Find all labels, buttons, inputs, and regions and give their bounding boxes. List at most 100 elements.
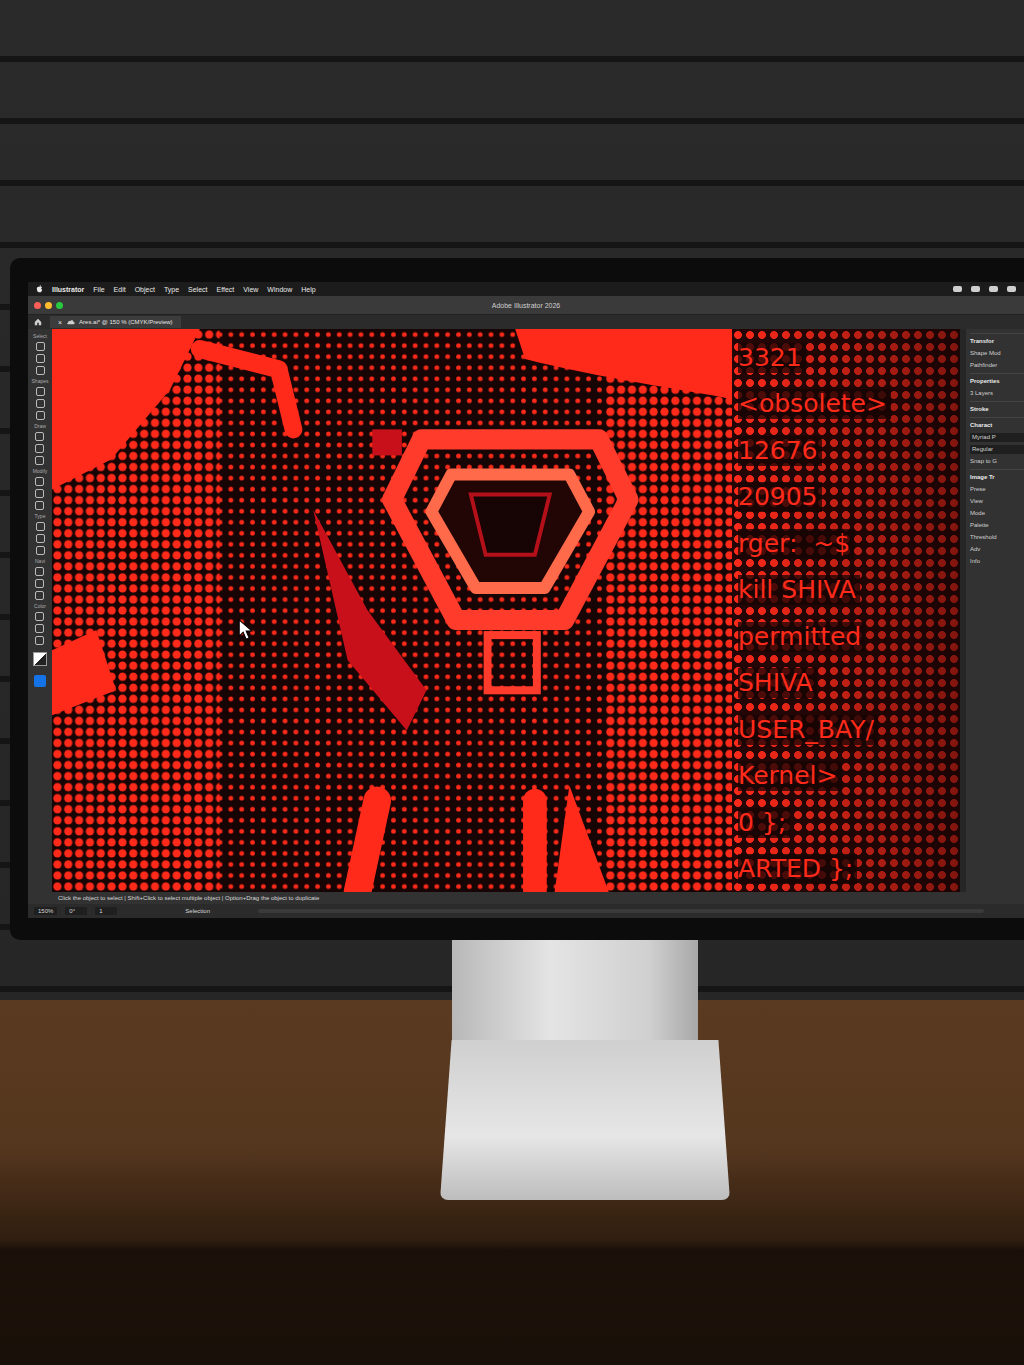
zoom-field[interactable]: 150% [34,907,57,915]
menu-item[interactable]: Edit [114,286,126,293]
minimize-window-icon[interactable] [45,302,52,309]
artwork[interactable] [52,329,732,892]
illustrator-window: Illustrator File Edit Object Type Select Effec… [28,282,1024,918]
menu-status-icon[interactable] [1007,286,1016,292]
cloud-icon [66,319,75,325]
panel-item[interactable]: Shape Mod [970,349,1024,358]
horizontal-scrollbar[interactable] [258,909,984,913]
tool-icon[interactable] [36,546,45,555]
panel-item[interactable]: Info [970,557,1024,566]
panel-item[interactable]: Charact [970,417,1024,430]
tool-icon[interactable] [36,411,45,420]
tool-section-label: Modify [33,468,48,474]
tool-icon[interactable] [36,354,45,363]
panel-item[interactable]: Myriad P [970,433,1024,442]
tool-icon[interactable] [35,624,44,633]
current-tool: Selection [185,908,210,914]
panel-item[interactable]: Stroke [970,401,1024,414]
code-line: Kernel> [738,761,842,791]
menu-item[interactable]: Help [301,286,315,293]
menu-item[interactable]: File [93,286,104,293]
tool-icon[interactable] [35,456,44,465]
menu-status-icon[interactable] [971,286,980,292]
tab-close[interactable]: × [58,319,62,326]
panel-item[interactable]: Prese [970,485,1024,494]
panel-item[interactable]: Image Tr [970,469,1024,482]
tool-section-label: Draw [34,423,46,429]
menu-item[interactable]: Window [267,286,292,293]
rotation-field[interactable]: 0° [65,907,87,915]
monitor-stand-foot [440,1040,730,1200]
document-tab[interactable]: ×Ares.ai* @ 150 % (CMYK/Preview) [50,316,181,328]
zoom-window-icon[interactable] [56,302,63,309]
close-window-icon[interactable] [34,302,41,309]
tool-section-label: Shapes [32,378,49,384]
cursor-icon [239,620,252,639]
tool-icon[interactable] [36,366,45,375]
tool-icon[interactable] [35,501,44,510]
tool-icon[interactable] [36,387,45,396]
halftone [52,329,732,892]
code-line: 20905 [738,482,822,512]
red-blob [52,329,200,490]
tool-section: Navi [35,558,45,600]
monitor: Illustrator File Edit Object Type Select Effec… [10,258,1024,940]
home-icon[interactable] [34,318,42,326]
canvas[interactable]: 3321<obsolete>1267620905rger: ~$kill SHI… [52,329,960,892]
menu-status-icon[interactable] [989,286,998,292]
code-line: 12676 [738,436,822,466]
reactor-tab [372,429,402,455]
tool-icon[interactable] [36,342,45,351]
app-menu[interactable]: Illustrator [52,286,84,293]
panel-item[interactable]: Properties [970,373,1024,386]
tool-icon[interactable] [35,477,44,486]
tool-section-label: Color [34,603,46,609]
artboard-field[interactable]: 1 [95,907,117,915]
panel-item[interactable]: Adv [970,545,1024,554]
status-bar: Click the object to select | Shift+Click… [28,892,1024,918]
tool-icon[interactable] [35,444,44,453]
panel-item[interactable]: View [970,497,1024,506]
menu-item[interactable]: Effect [217,286,235,293]
panel-item[interactable]: Regular [970,445,1024,454]
panel-item[interactable]: Threshold [970,533,1024,542]
tool-icon[interactable] [35,579,44,588]
tool-icon[interactable] [35,612,44,621]
red-pill [358,801,378,892]
apple-icon[interactable] [36,285,43,293]
work-area: SelectShapesDrawModifyTypeNaviColor3321<… [28,329,1024,892]
panel-item[interactable]: 3 Layers [970,389,1024,398]
tool-icon[interactable] [35,591,44,600]
panel-item[interactable]: Pathfinder [970,361,1024,370]
tool-icon[interactable] [35,489,44,498]
menu-item[interactable]: Select [188,286,207,293]
tool-section: Shapes [32,378,49,420]
monitor-stand-neck [452,940,698,1040]
menu-item[interactable]: Object [135,286,155,293]
title-bar: Adobe Illustrator 2026 [28,296,1024,315]
tool-section: Type [35,513,46,555]
code-line: <obsolete> [738,389,891,419]
active-tool-icon[interactable] [34,675,46,687]
tool-icon[interactable] [35,567,44,576]
menu-item[interactable]: Type [164,286,179,293]
panel-item[interactable]: Snap to G [970,457,1024,466]
tool-icon[interactable] [36,534,45,543]
menu-status-icon[interactable] [953,286,962,292]
tool-icon[interactable] [36,399,45,408]
tool-bar: SelectShapesDrawModifyTypeNaviColor [28,329,52,892]
fill-stroke-icon[interactable] [33,652,47,666]
panel-item[interactable]: Palette [970,521,1024,530]
tool-section: Color [34,603,46,645]
tool-icon[interactable] [35,432,44,441]
red-blob [515,329,732,399]
code-line: ARTED }; [738,854,857,884]
halftone-dense-right [604,329,732,892]
tool-icon[interactable] [35,636,44,645]
panel-item[interactable]: Mode [970,509,1024,518]
panel-item[interactable]: Transfor [970,333,1024,346]
menu-item[interactable]: View [243,286,258,293]
window-controls [34,302,94,309]
reactor-inner [431,475,589,588]
tool-icon[interactable] [36,522,45,531]
